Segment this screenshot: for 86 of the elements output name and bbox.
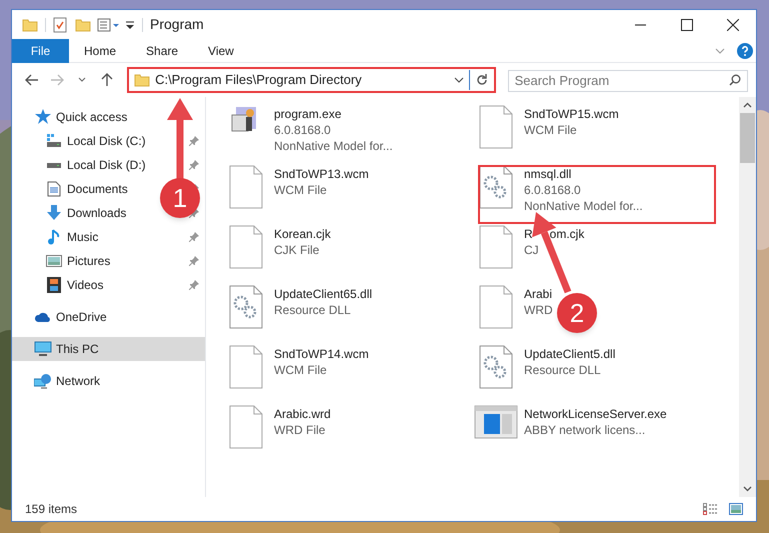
file-name-start[interactable]: R [524,226,533,242]
file-detail: 6.0.8168.0 [524,182,581,198]
file-detail: WRD [524,302,553,318]
address-path: C:\Program Files\Program Directory [155,71,363,90]
scroll-up-icon[interactable] [743,102,752,108]
expand-ribbon-icon[interactable] [715,48,725,54]
file-name[interactable]: UpdateClient5.dll [524,346,616,362]
properties-icon[interactable] [53,16,67,32]
item-count: 159 items [25,501,78,518]
pin-icon[interactable] [189,280,199,290]
sidebar-item[interactable]: OneDrive [12,305,205,329]
file-name-end[interactable]: om.cjk [550,226,584,242]
drive-icon [45,134,63,148]
file-detail: CJK File [274,242,320,258]
file-name[interactable]: program.exe [274,106,342,122]
file-detail: Resource DLL [274,302,351,318]
close-icon[interactable] [727,18,739,30]
folder-icon [134,73,150,87]
search-field[interactable]: Search Program [508,70,748,92]
file-name[interactable]: UpdateClient65.dll [274,286,372,302]
search-icon [729,74,741,86]
document-icon [45,181,63,197]
maximize-icon[interactable] [681,18,693,30]
drive-icon [45,162,63,168]
file-name[interactable]: Arabi [524,286,552,302]
network-icon [34,373,52,389]
sidebar-item[interactable]: Downloads [67,204,126,222]
file-detail: NonNative Model for... [274,138,393,154]
address-bar[interactable]: C:\Program Files\Program Directory [127,67,496,93]
file-detail: WCM File [524,122,577,138]
sidebar-item[interactable]: Videos [67,276,104,294]
scroll-down-icon[interactable] [743,486,752,492]
file-detail: Resource DLL [524,362,601,378]
recent-locations-icon[interactable] [78,77,86,83]
sidebar-item[interactable]: This PC [12,337,205,361]
scroll-thumb[interactable] [740,113,755,163]
ribbon-tab[interactable]: File [12,38,69,62]
sidebar-item[interactable]: Music [67,228,98,246]
sidebar-item[interactable]: Documents [67,180,128,198]
folder-icon[interactable] [22,18,38,32]
cloud-icon [34,311,52,323]
file-name[interactable]: SndToWP13.wcm [274,166,369,182]
back-icon[interactable] [24,74,39,86]
large-icons-view-icon[interactable] [729,503,743,515]
download-icon [45,205,63,221]
file-detail: WCM File [274,362,327,378]
file-detail: WRD File [274,422,326,438]
view-options-icon[interactable] [97,18,121,32]
file-name[interactable]: NetworkLicenseServer.exe [524,406,667,422]
monitor-icon [34,341,52,357]
dropdown-icon[interactable] [454,77,464,83]
pin-icon[interactable] [189,232,199,242]
ribbon-tab[interactable]: View [193,38,249,62]
window-title: Program [150,15,204,34]
sidebar-item[interactable]: Network [12,369,205,393]
sidebar-item[interactable]: Local Disk (D:) [67,156,146,174]
film-icon [45,277,63,293]
ribbon-tab[interactable]: Share [131,38,194,62]
file-name[interactable]: Arabic.wrd [274,406,331,422]
file-name[interactable]: SndToWP15.wcm [524,106,619,122]
file-detail: NonNative Model for... [524,198,643,214]
file-detail: 6.0.8168.0 [274,122,331,138]
forward-icon[interactable] [50,74,64,86]
sidebar-item[interactable]: Quick access [56,108,128,126]
up-icon[interactable] [101,73,114,87]
sidebar-item[interactable]: Pictures [67,252,110,270]
file-detail: ABBY network licens... [524,422,646,438]
pin-icon[interactable] [189,136,199,146]
help-icon[interactable] [737,42,753,58]
pin-icon[interactable] [189,160,199,170]
customize-toolbar-icon[interactable] [125,20,135,30]
pin-icon[interactable] [189,256,199,266]
scrollbar[interactable] [739,97,756,497]
window-icon[interactable] [474,405,518,439]
file-detail: CJ [524,242,539,258]
refresh-icon[interactable] [474,73,489,87]
star-icon [34,109,52,125]
file-name[interactable]: Korean.cjk [274,226,331,242]
details-view-icon[interactable] [703,503,719,515]
sidebar-item[interactable]: Local Disk (C:) [67,132,146,150]
file-name[interactable]: nmsql.dll [524,166,572,182]
ribbon-tab[interactable]: Home [69,38,132,62]
image-icon [45,254,63,268]
new-folder-icon[interactable] [75,18,91,32]
file-name[interactable]: SndToWP14.wcm [274,346,369,362]
file-detail: WCM File [274,182,327,198]
